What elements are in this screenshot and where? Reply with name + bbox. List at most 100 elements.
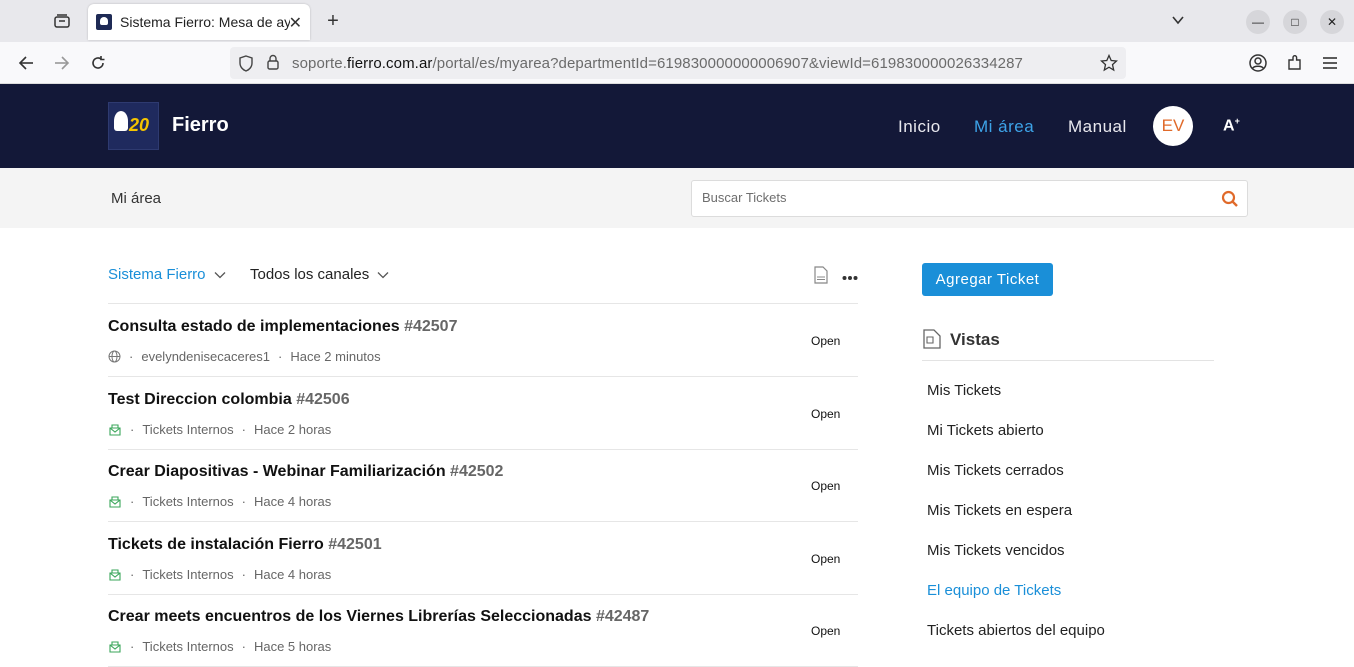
status-badge: Open <box>811 334 841 348</box>
ticket-title[interactable]: Crear meets encuentros de los Viernes Li… <box>108 608 649 626</box>
tab-title: Sistema Fierro: Mesa de ayuda <box>120 14 290 30</box>
status-badge: Open <box>811 479 841 493</box>
lock-icon[interactable] <box>266 54 280 76</box>
separator-dot: · <box>241 421 246 437</box>
nav-mi-area[interactable]: Mi área <box>974 117 1034 137</box>
separator-dot: · <box>129 349 134 364</box>
ticket-time: Hace 5 horas <box>253 639 332 654</box>
internal-icon <box>108 568 122 581</box>
view-link[interactable]: Mi Tickets abierto <box>927 422 1044 439</box>
view-link[interactable]: Mis Tickets cerrados <box>927 462 1064 479</box>
ticket-time: Hace 2 horas <box>253 421 332 437</box>
breadcrumb[interactable]: Mi área <box>111 190 161 207</box>
status-badge: Open <box>811 551 841 566</box>
ticket-number: #42502 <box>450 463 504 480</box>
url-text[interactable]: soporte.fierro.com.ar/portal/es/myarea?d… <box>292 55 1023 72</box>
url-domain: fierro.com.ar <box>347 55 433 72</box>
ticket-time: Hace 4 horas <box>253 566 332 582</box>
chevron-down-icon <box>377 271 389 278</box>
ticket-time: Hace 4 horas <box>253 494 332 509</box>
separator-dot: · <box>241 566 246 582</box>
search-icon[interactable] <box>1221 190 1239 213</box>
ticket-source: Tickets Internos <box>142 494 234 509</box>
separator-dot: · <box>130 494 135 509</box>
ticket-row[interactable]: Crear Diapositivas - Webinar Familiariza… <box>108 449 858 522</box>
url-prefix: soporte. <box>292 55 347 72</box>
ticket-meta: · Tickets Internos · Hace 2 horas <box>108 422 331 437</box>
brand-name[interactable]: Fierro <box>172 114 229 137</box>
forward-icon[interactable] <box>51 52 73 74</box>
ticket-title[interactable]: Consulta estado de implementaciones #425… <box>108 318 457 336</box>
separator-dot: · <box>130 421 135 437</box>
ticket-source: evelyndenisecaceres1 <box>141 349 270 364</box>
ticket-title[interactable]: Crear Diapositivas - Webinar Familiariza… <box>108 463 503 481</box>
internal-icon <box>108 640 122 653</box>
ticket-meta: · evelyndenisecaceres1 · Hace 2 minutos <box>108 349 381 364</box>
globe-icon <box>108 350 121 363</box>
ticket-time: Hace 2 minutos <box>290 349 381 364</box>
url-path: /portal/es/myarea?departmentId=619830000… <box>432 55 1023 72</box>
view-link[interactable]: Tickets abiertos del equipo <box>927 622 1105 639</box>
account-icon[interactable] <box>1247 52 1269 74</box>
ticket-meta: · Tickets Internos · Hace 4 horas <box>108 494 331 509</box>
avatar[interactable]: EV <box>1153 106 1193 146</box>
department-filter[interactable]: Sistema Fierro <box>108 266 226 283</box>
menu-icon[interactable] <box>1319 52 1341 74</box>
channel-filter[interactable]: Todos los canales <box>250 266 389 283</box>
extensions-icon[interactable] <box>1284 52 1306 74</box>
views-icon <box>922 329 942 354</box>
separator-dot: · <box>241 494 246 509</box>
search-input[interactable] <box>702 190 1202 205</box>
minimize-icon[interactable]: — <box>1246 10 1270 34</box>
tab-list-icon[interactable] <box>50 10 74 32</box>
status-badge: Open <box>811 624 841 638</box>
views-header: Vistas <box>922 327 1214 361</box>
close-window-icon[interactable]: ✕ <box>1320 10 1344 34</box>
nav-inicio[interactable]: Inicio <box>898 117 941 137</box>
ticket-filters: Sistema Fierro Todos los canales <box>108 266 858 290</box>
ticket-row[interactable]: Tickets de instalación Fierro #42501 · Tic… <box>108 522 858 595</box>
bookmark-star-icon[interactable] <box>1099 53 1119 77</box>
sub-header: Mi área <box>0 168 1354 228</box>
ticket-subject: Crear meets encuentros de los Viernes Li… <box>108 608 592 625</box>
add-ticket-button[interactable]: Agregar Ticket <box>922 263 1053 296</box>
ticket-meta: · Tickets Internos · Hace 5 horas <box>108 639 331 654</box>
browser-tab-bar: Sistema Fierro: Mesa de ayuda ✕ + — □ ✕ <box>0 0 1354 42</box>
site-favicon-icon <box>96 14 112 30</box>
ticket-subject: Consulta estado de implementaciones <box>108 318 400 335</box>
new-tab-icon[interactable]: + <box>322 10 344 32</box>
ticket-title[interactable]: Test Direccion colombia #42506 <box>108 391 350 409</box>
view-link[interactable]: Mis Tickets vencidos <box>927 542 1065 559</box>
maximize-icon[interactable]: □ <box>1283 10 1307 34</box>
browser-tab[interactable]: Sistema Fierro: Mesa de ayuda ✕ <box>88 4 310 40</box>
site-logo[interactable]: 20 <box>108 102 159 150</box>
internal-icon <box>108 495 122 508</box>
more-options-icon[interactable] <box>842 268 858 286</box>
chevron-down-icon[interactable] <box>1170 12 1186 33</box>
ticket-row[interactable]: Crear meets encuentros de los Viernes Li… <box>108 594 858 667</box>
nav-manual[interactable]: Manual <box>1068 117 1127 137</box>
close-tab-icon[interactable]: ✕ <box>289 13 302 33</box>
browser-nav-bar: soporte.fierro.com.ar/portal/es/myarea?d… <box>0 42 1354 84</box>
ticket-title[interactable]: Tickets de instalación Fierro #42501 <box>108 536 382 554</box>
internal-icon <box>108 423 122 436</box>
back-icon[interactable] <box>15 52 37 74</box>
ticket-subject: Test Direccion colombia <box>108 390 292 408</box>
shield-icon[interactable] <box>238 55 254 77</box>
font-size-icon[interactable]: A+ <box>1223 116 1240 135</box>
view-link[interactable]: El equipo de Tickets <box>927 582 1061 599</box>
chevron-down-icon <box>214 271 225 278</box>
view-link[interactable]: Mis Tickets en espera <box>927 502 1072 519</box>
separator-dot: · <box>277 349 283 364</box>
ticket-row[interactable]: Test Direccion colombia #42506 · Tickets I… <box>108 377 858 450</box>
ticket-meta: · Tickets Internos · Hace 4 horas <box>108 567 331 582</box>
address-bar[interactable]: soporte.fierro.com.ar/portal/es/myarea?d… <box>230 47 1126 79</box>
reload-icon[interactable] <box>87 52 109 74</box>
ticket-row[interactable]: Consulta estado de implementaciones #425… <box>108 304 858 377</box>
separator-dot: · <box>130 566 135 582</box>
site-header: 20 Fierro Inicio Mi área Manual EV A+ <box>0 84 1354 168</box>
export-icon[interactable] <box>814 266 828 289</box>
view-link[interactable]: Mis Tickets <box>927 382 1001 399</box>
ticket-number: #42501 <box>328 535 382 553</box>
ticket-number: #42487 <box>595 608 650 625</box>
